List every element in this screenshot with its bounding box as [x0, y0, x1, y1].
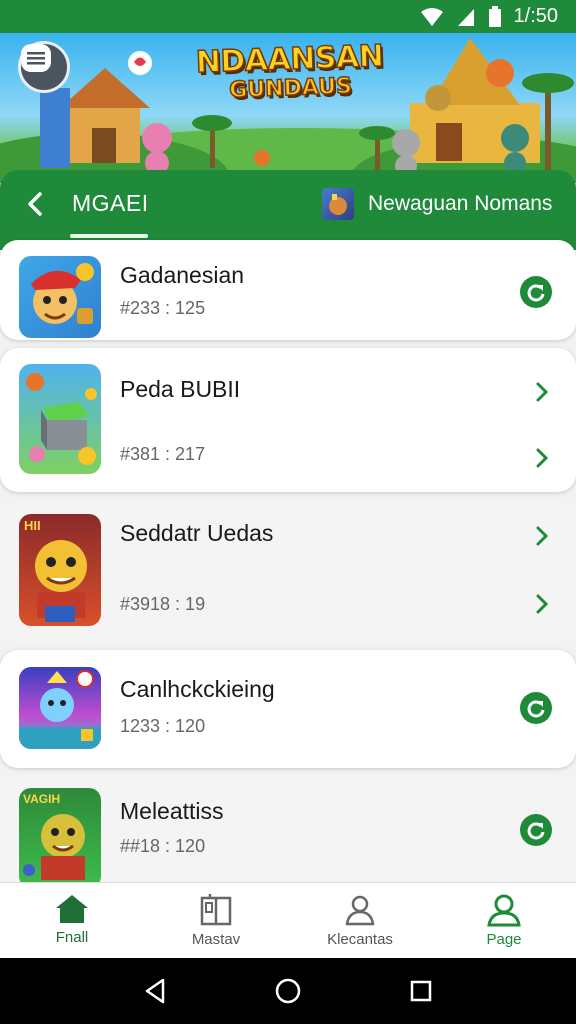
app-screen: 1/:50 NDAANSAN GUNDAUS MGAEI Newaguan No…: [0, 0, 576, 1024]
status-bar: 1/:50: [0, 0, 576, 33]
profile-icon: [487, 894, 521, 927]
list-item[interactable]: VAGIH Meleattiss ##18 : 120: [0, 778, 576, 883]
menu-icon: [21, 44, 51, 72]
nav-label: Klecantas: [327, 931, 393, 948]
list-item[interactable]: Canlhckckieing 1233 : 120: [0, 650, 576, 768]
tab-active[interactable]: MGAEI: [72, 190, 149, 217]
game-name: Canlhckckieing: [120, 676, 275, 702]
chevron-right-icon[interactable]: [534, 526, 550, 546]
tab-newaguan-nomans[interactable]: Newaguan Nomans: [368, 192, 552, 216]
banner-logo: NDAANSAN GUNDAUS: [189, 38, 391, 105]
home-circle-icon[interactable]: [274, 977, 302, 1005]
list-item[interactable]: HII Seddatr Uedas #3918 : 19: [0, 502, 576, 642]
game-name: Peda BUBII: [120, 376, 241, 402]
book-icon: [200, 894, 232, 926]
game-thumbnail: HII: [19, 514, 101, 626]
game-meta: ##18 : 120: [120, 836, 206, 856]
refresh-icon[interactable]: [520, 276, 552, 308]
nav-label: Fnall: [55, 929, 89, 946]
game-meta: 1233 : 120: [120, 716, 206, 736]
tab-thumbnail: [322, 188, 354, 220]
signal-icon: [457, 8, 474, 26]
bottom-navigation: Fnall Mastav Klecantas Page: [0, 882, 576, 958]
battery-icon: [488, 5, 501, 27]
person-icon: [345, 895, 375, 926]
nav-item-page[interactable]: Page: [432, 883, 576, 958]
game-thumbnail: [19, 364, 101, 474]
game-name: Meleattiss: [120, 798, 224, 824]
banner-title-line1: NDAANSAN: [195, 38, 385, 81]
game-name: Gadanesian: [120, 262, 245, 288]
thumb-label: HII: [24, 518, 41, 533]
home-icon: [56, 895, 88, 923]
system-navigation-bar: [0, 958, 576, 1024]
game-name: Seddatr Uedas: [120, 520, 274, 546]
status-time: 1/:50: [513, 5, 558, 27]
thumb-label: VAGIH: [23, 792, 61, 806]
list-item[interactable]: Gadanesian #233 : 125: [0, 240, 576, 340]
game-thumbnail: [19, 256, 101, 338]
chevron-right-icon[interactable]: [534, 448, 550, 468]
refresh-icon[interactable]: [520, 692, 552, 724]
chevron-right-icon[interactable]: [534, 382, 550, 402]
list-item[interactable]: Peda BUBII #381 : 217: [0, 348, 576, 492]
game-thumbnail: [19, 667, 101, 749]
game-meta: #3918 : 19: [120, 594, 206, 614]
game-thumbnail: VAGIH: [19, 788, 101, 883]
nav-label: Mastav: [191, 931, 241, 948]
back-triangle-icon[interactable]: [143, 978, 167, 1004]
wifi-icon: [420, 7, 443, 26]
nav-item-fnall[interactable]: Fnall: [0, 883, 144, 958]
game-list: Gadanesian #233 : 125 Peda BUBII #381: …: [0, 238, 576, 883]
menu-button[interactable]: [18, 41, 70, 93]
nav-item-klecantas[interactable]: Klecantas: [288, 883, 432, 958]
refresh-icon[interactable]: [520, 814, 552, 846]
nav-label: Page: [486, 931, 522, 948]
recents-square-icon[interactable]: [409, 979, 433, 1003]
game-meta: #381 : 217: [120, 444, 206, 464]
chevron-right-icon[interactable]: [534, 594, 550, 614]
nav-item-mastav[interactable]: Mastav: [144, 883, 288, 958]
game-meta: #233 : 125: [120, 298, 206, 318]
back-chevron-icon[interactable]: [22, 190, 50, 218]
hero-banner: NDAANSAN GUNDAUS: [0, 33, 576, 183]
